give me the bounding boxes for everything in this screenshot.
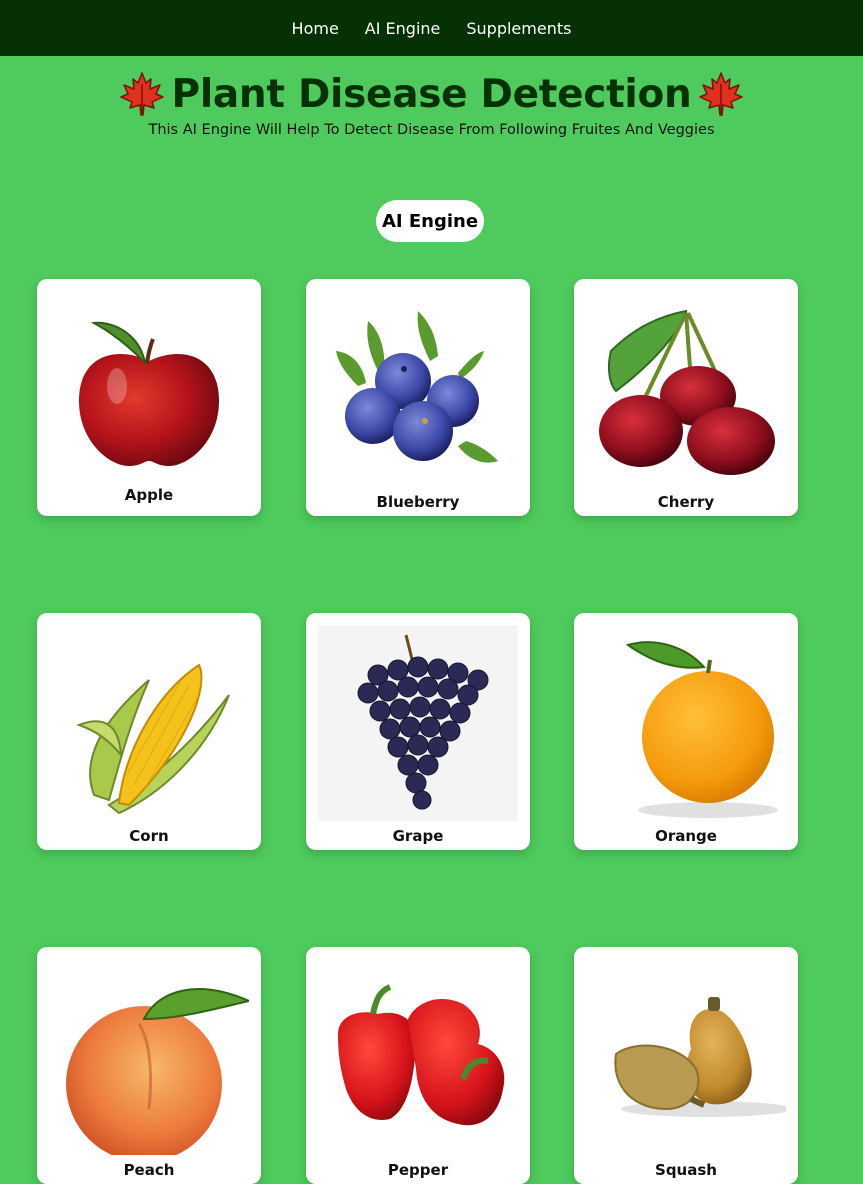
card-label: Grape	[392, 827, 444, 845]
grape-image	[318, 625, 518, 821]
card-label: Corn	[129, 827, 169, 845]
card-peach[interactable]: Peach	[37, 947, 261, 1184]
corn-image	[49, 625, 249, 821]
orange-image	[586, 625, 786, 821]
page-title: Plant Disease Detection	[171, 71, 692, 117]
nav-ai-engine-link[interactable]: AI Engine	[365, 19, 441, 38]
maple-leaf-icon	[697, 70, 745, 118]
card-blueberry[interactable]: Blueberry	[306, 279, 530, 516]
nav-supplements-link[interactable]: Supplements	[466, 19, 571, 38]
pepper-image	[318, 959, 518, 1155]
card-label: Peach	[123, 1161, 175, 1179]
card-label: Pepper	[387, 1161, 449, 1179]
peach-image	[49, 959, 249, 1155]
card-cherry[interactable]: Cherry	[574, 279, 798, 516]
title-row: Plant Disease Detection	[0, 70, 863, 118]
apple-image	[49, 291, 249, 487]
card-label: Blueberry	[376, 493, 460, 511]
card-label: Orange	[655, 827, 717, 845]
top-navbar: Home AI Engine Supplements	[0, 0, 863, 56]
squash-image	[586, 959, 786, 1155]
card-apple[interactable]: Apple	[37, 279, 261, 516]
card-label: Squash	[655, 1161, 717, 1179]
section-badge: AI Engine	[376, 200, 484, 242]
card-pepper[interactable]: Pepper	[306, 947, 530, 1184]
page-header: Plant Disease Detection This AI Engine W…	[0, 70, 863, 138]
card-label: Cherry	[657, 493, 715, 511]
card-squash[interactable]: Squash	[574, 947, 798, 1184]
card-corn[interactable]: Corn	[37, 613, 261, 850]
card-label: Apple	[124, 486, 174, 504]
card-grape[interactable]: Grape	[306, 613, 530, 850]
maple-leaf-icon	[118, 70, 166, 118]
page-subtitle: This AI Engine Will Help To Detect Disea…	[148, 122, 715, 138]
nav-home-link[interactable]: Home	[292, 19, 339, 38]
card-orange[interactable]: Orange	[574, 613, 798, 850]
blueberry-image	[318, 291, 518, 487]
cherry-image	[586, 291, 786, 487]
